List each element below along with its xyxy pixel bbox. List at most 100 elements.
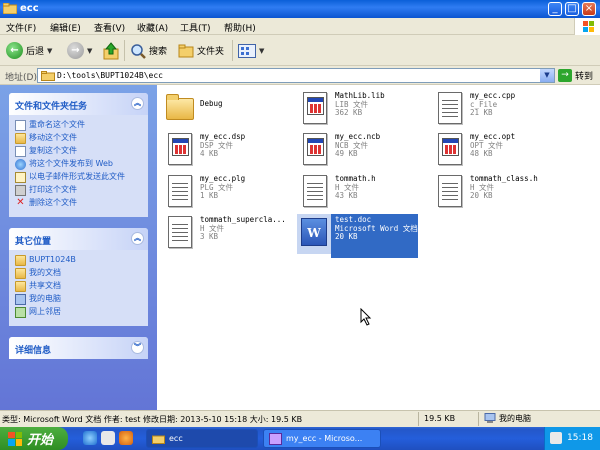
menu-tools[interactable]: 工具(T) (180, 21, 211, 34)
address-dropdown-button[interactable]: ▼ (540, 69, 554, 82)
file-size: 21 KB (470, 108, 493, 117)
file-size: 20 KB (470, 191, 493, 200)
file-item-test-doc[interactable]: W test.doc Microsoft Word 文档 20 KB (297, 214, 418, 258)
task-email[interactable]: 以电子邮件形式发送此文件 (15, 172, 144, 183)
back-arrow-icon: ← (6, 42, 23, 59)
status-divider (418, 412, 419, 426)
other-places-title: 其它位置 (15, 237, 52, 247)
place-label: 共享文档 (29, 281, 61, 290)
file-item-tommath-superclass[interactable]: tommath_supercla... H 文件 3 KB (162, 214, 286, 258)
system-tray: 15:18 (544, 427, 600, 450)
folder-up-icon (103, 41, 119, 59)
file-size: 49 KB (335, 149, 358, 158)
taskbar-button-label: ecc (169, 434, 183, 443)
task-move[interactable]: 移动这个文件 (15, 133, 144, 144)
file-item-my-ecc-dsp[interactable]: my_ecc.dsp DSP 文件 4 KB (162, 131, 245, 175)
other-places-header[interactable]: 其它位置 ︽ (9, 228, 148, 250)
task-print[interactable]: 打印这个文件 (15, 185, 144, 196)
folder-icon (15, 255, 26, 266)
file-item-mathlib[interactable]: MathLib.lib LIB 文件 362 KB (297, 90, 385, 134)
folders-label: 文件夹 (197, 47, 225, 57)
forward-dropdown-icon[interactable]: ▼ (87, 47, 92, 55)
task-delete[interactable]: ✕ 删除这个文件 (15, 198, 144, 209)
place-label: 我的文档 (29, 268, 61, 277)
place-my-computer[interactable]: 我的电脑 (15, 294, 144, 305)
file-item-my-ecc-plg[interactable]: my_ecc.plg PLG 文件 1 KB (162, 173, 245, 217)
status-location-label: 我的电脑 (499, 414, 531, 423)
task-label: 重命名这个文件 (29, 120, 85, 129)
search-button[interactable]: 搜索 (130, 35, 167, 66)
task-label: 以电子邮件形式发送此文件 (29, 172, 125, 181)
file-tasks-header[interactable]: 文件和文件夹任务 ︽ (9, 93, 148, 115)
file-item-my-ecc-opt[interactable]: my_ecc.opt OPT 文件 48 KB (432, 131, 515, 175)
folders-button[interactable]: 文件夹 (178, 35, 224, 66)
text-file-icon (432, 173, 466, 213)
task-rename[interactable]: 重命名这个文件 (15, 120, 144, 131)
toolbar: ← 后退 ▼ → ▼ 搜索 文件夹 ▼ (0, 35, 600, 66)
file-list: Debug MathLib.lib LIB 文件 362 KB my_ecc.cpp… (157, 85, 600, 410)
visual-studio-icon (269, 432, 282, 445)
taskbar-button-ecc[interactable]: ecc (146, 429, 258, 448)
folders-icon (178, 44, 194, 57)
menu-edit[interactable]: 编辑(E) (50, 21, 81, 34)
file-item-tommath-h[interactable]: tommath.h H 文件 43 KB (297, 173, 376, 217)
folder-icon (15, 281, 26, 292)
details-header[interactable]: 详细信息 ︾ (9, 337, 148, 359)
task-label: 将这个文件发布到 Web (29, 159, 113, 168)
task-copy[interactable]: 复制这个文件 (15, 146, 144, 157)
rename-icon (15, 120, 26, 131)
folder-icon (41, 71, 55, 81)
copy-icon (15, 146, 26, 157)
file-size: 4 KB (200, 149, 219, 158)
up-button[interactable] (103, 35, 119, 66)
place-shared-documents[interactable]: 共享文档 (15, 281, 144, 292)
status-divider (478, 412, 479, 426)
go-button[interactable]: → 转到 (558, 69, 593, 82)
search-icon (131, 43, 146, 59)
address-input[interactable]: D:\tools\BUPT1024B\ecc ▼ (37, 68, 555, 83)
media-player-icon[interactable] (119, 431, 133, 445)
forward-button[interactable]: → ▼ (67, 35, 92, 66)
place-network[interactable]: 网上邻居 (15, 307, 144, 318)
back-label: 后退 (26, 47, 45, 57)
file-item-debug[interactable]: Debug (162, 90, 223, 134)
title-bar: ecc _ □ × (0, 0, 600, 18)
forward-arrow-icon: → (67, 42, 84, 59)
menu-favorites[interactable]: 收藏(A) (137, 21, 168, 34)
windows-flag-icon (8, 431, 22, 446)
file-tasks-panel: 文件和文件夹任务 ︽ 重命名这个文件 移动这个文件 复制这个文件 将这个文件发布… (9, 93, 148, 217)
views-icon (238, 43, 256, 58)
text-file-icon (162, 173, 196, 213)
task-publish-web[interactable]: 将这个文件发布到 Web (15, 159, 144, 170)
menu-bar: 文件(F) 编辑(E) 查看(V) 收藏(A) 工具(T) 帮助(H) (0, 18, 600, 35)
volume-icon[interactable] (550, 432, 562, 444)
collapse-chevron-icon[interactable]: ︽ (131, 97, 144, 110)
minimize-button[interactable]: _ (548, 2, 562, 16)
status-location: 我的电脑 (484, 413, 531, 424)
back-dropdown-icon[interactable]: ▼ (47, 47, 52, 55)
menu-file[interactable]: 文件(F) (6, 21, 36, 34)
taskbar-button-my-ecc[interactable]: my_ecc - Microso... (263, 429, 381, 448)
ie-icon[interactable] (83, 431, 97, 445)
views-button[interactable]: ▼ (238, 35, 264, 66)
back-button[interactable]: ← 后退 ▼ (6, 35, 52, 66)
desktop-icon[interactable] (101, 431, 115, 445)
file-item-my-ecc-cpp[interactable]: my_ecc.cpp c_File 21 KB (432, 90, 515, 134)
toolbar-separator (124, 40, 125, 61)
expand-chevron-icon[interactable]: ︾ (131, 341, 144, 354)
file-item-my-ecc-ncb[interactable]: my_ecc.ncb NCB 文件 49 KB (297, 131, 380, 175)
menu-view[interactable]: 查看(V) (94, 21, 125, 34)
close-button[interactable]: × (582, 2, 596, 16)
menu-help[interactable]: 帮助(H) (224, 21, 256, 34)
views-dropdown-icon[interactable]: ▼ (259, 47, 264, 55)
place-bupt1024b[interactable]: BUPT1024B (15, 255, 144, 266)
move-icon (15, 133, 26, 144)
maximize-button[interactable]: □ (565, 2, 579, 16)
start-button[interactable]: 开始 (0, 427, 68, 450)
file-size: 20 KB (335, 232, 358, 241)
window-file-icon (297, 90, 331, 130)
collapse-chevron-icon[interactable]: ︽ (131, 232, 144, 245)
place-my-documents[interactable]: 我的文档 (15, 268, 144, 279)
file-item-tommath-class-h[interactable]: tommath_class.h H 文件 20 KB (432, 173, 538, 217)
file-size: 3 KB (200, 232, 219, 241)
